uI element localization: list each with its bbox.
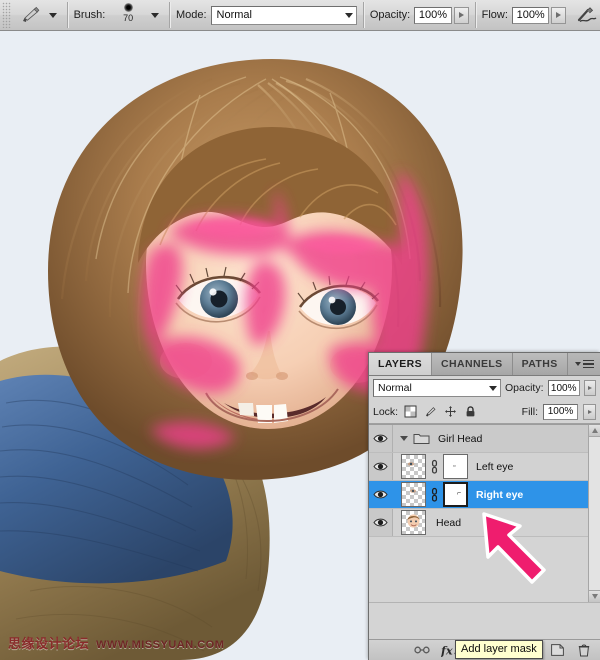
link-mask-icon[interactable] bbox=[429, 456, 440, 478]
fill-label: Fill: bbox=[522, 406, 538, 418]
layer-name: Head bbox=[436, 517, 461, 529]
brush-chevron-down-icon[interactable] bbox=[151, 13, 159, 18]
layer-thumbnail[interactable] bbox=[401, 454, 426, 479]
layer-name: Right eye bbox=[476, 489, 523, 501]
tab-paths[interactable]: PATHS bbox=[513, 353, 568, 375]
brush-size-value: 70 bbox=[123, 14, 133, 23]
eye-icon bbox=[373, 433, 388, 444]
group-disclosure-triangle-icon[interactable] bbox=[397, 436, 411, 441]
chevron-down-icon bbox=[489, 386, 497, 391]
layer-list-scrollbar[interactable] bbox=[588, 425, 600, 602]
divider bbox=[169, 2, 170, 28]
layer-name: Left eye bbox=[476, 461, 513, 473]
tab-layers[interactable]: LAYERS bbox=[369, 353, 432, 375]
layer-blend-mode-select[interactable]: Normal bbox=[373, 379, 501, 397]
eye-icon bbox=[373, 461, 388, 472]
layer-thumbnail[interactable] bbox=[401, 482, 426, 507]
blend-mode-select[interactable]: Normal bbox=[211, 6, 357, 25]
layer-mask-thumbnail[interactable]: ▫ bbox=[443, 454, 468, 479]
visibility-toggle[interactable] bbox=[369, 425, 393, 452]
divider bbox=[67, 2, 68, 28]
lock-image-icon[interactable] bbox=[423, 404, 438, 419]
eye-icon bbox=[373, 517, 388, 528]
layer-blend-mode-value: Normal bbox=[378, 382, 412, 394]
layer-row-girl-head[interactable]: Girl Head bbox=[369, 425, 600, 453]
layer-row-head[interactable]: Head bbox=[369, 509, 600, 537]
airbrush-icon[interactable] bbox=[574, 4, 600, 26]
brush-tool-icon[interactable] bbox=[17, 4, 43, 26]
visibility-toggle[interactable] bbox=[369, 509, 393, 536]
panel-opacity-label: Opacity: bbox=[505, 382, 544, 394]
divider bbox=[363, 2, 364, 28]
eye-icon bbox=[373, 489, 388, 500]
opacity-label: Opacity: bbox=[370, 9, 410, 21]
tool-preset-chevron-down-icon[interactable] bbox=[49, 13, 57, 18]
flow-label: Flow: bbox=[482, 9, 508, 21]
opacity-input[interactable]: 100% bbox=[414, 7, 452, 24]
visibility-toggle[interactable] bbox=[369, 481, 393, 508]
mask-content-mark: ⌐ bbox=[457, 490, 461, 497]
lock-position-icon[interactable] bbox=[443, 404, 458, 419]
layer-list-empty-area bbox=[369, 602, 600, 640]
scroll-up-arrow-icon[interactable] bbox=[589, 425, 600, 437]
brush-label: Brush: bbox=[74, 9, 106, 21]
layer-mask-thumbnail[interactable]: ⌐ bbox=[443, 482, 468, 507]
tab-channels[interactable]: CHANNELS bbox=[432, 353, 513, 375]
lock-transparency-icon[interactable] bbox=[403, 404, 418, 419]
brush-tip-icon bbox=[124, 3, 133, 12]
blend-mode-value: Normal bbox=[217, 9, 252, 21]
panel-opacity-slider-button[interactable] bbox=[584, 380, 596, 396]
fill-slider-button[interactable] bbox=[583, 404, 596, 420]
layer-row-right-eye[interactable]: ⌐ Right eye bbox=[369, 481, 600, 509]
flow-input[interactable]: 100% bbox=[512, 7, 550, 24]
watermark-url: WWW.MISSYUAN.COM bbox=[96, 639, 224, 651]
mode-label: Mode: bbox=[176, 9, 207, 21]
scroll-down-arrow-icon[interactable] bbox=[589, 590, 600, 602]
folder-icon bbox=[413, 432, 430, 445]
chevron-down-icon bbox=[345, 13, 353, 18]
layer-name: Girl Head bbox=[438, 433, 482, 445]
brush-preset-preview[interactable]: 70 bbox=[111, 2, 145, 28]
link-layers-icon[interactable] bbox=[414, 642, 430, 658]
blend-mode-row: Normal Opacity: 100% bbox=[369, 376, 600, 400]
link-mask-icon[interactable] bbox=[429, 484, 440, 506]
panel-menu-icon[interactable] bbox=[569, 353, 600, 375]
new-layer-icon[interactable] bbox=[549, 642, 565, 658]
visibility-toggle[interactable] bbox=[369, 453, 393, 480]
layer-thumbnail[interactable] bbox=[401, 510, 426, 535]
flow-slider-button[interactable] bbox=[551, 7, 566, 24]
opacity-slider-button[interactable] bbox=[454, 7, 469, 24]
photoshop-window: Brush: 70 Mode: Normal Opacity: 100% Flo… bbox=[0, 0, 600, 660]
lock-label: Lock: bbox=[373, 406, 398, 418]
tooltip-add-layer-mask: Add layer mask bbox=[455, 640, 543, 659]
svg-text:fx: fx bbox=[441, 644, 453, 657]
layers-panel: LAYERS CHANNELS PATHS Normal Opacity: 10… bbox=[368, 352, 600, 660]
watermark: 思缘设计论坛 WWW.MISSYUAN.COM bbox=[8, 633, 224, 652]
options-bar: Brush: 70 Mode: Normal Opacity: 100% Flo… bbox=[0, 0, 600, 31]
delete-layer-icon[interactable] bbox=[576, 642, 592, 658]
layer-list[interactable]: Girl Head bbox=[369, 424, 600, 602]
lock-row: Lock: bbox=[369, 400, 600, 424]
panel-tab-row: LAYERS CHANNELS PATHS bbox=[369, 353, 600, 376]
scrollbar-track[interactable] bbox=[589, 437, 600, 590]
fill-input[interactable]: 100% bbox=[543, 404, 578, 420]
options-bar-grip[interactable] bbox=[2, 2, 11, 28]
divider bbox=[475, 2, 476, 28]
lock-all-icon[interactable] bbox=[463, 404, 478, 419]
panel-opacity-input[interactable]: 100% bbox=[548, 380, 580, 396]
watermark-chinese: 思缘设计论坛 bbox=[8, 633, 89, 652]
layer-row-left-eye[interactable]: ▫ Left eye bbox=[369, 453, 600, 481]
mask-content-mark: ▫ bbox=[453, 463, 455, 470]
